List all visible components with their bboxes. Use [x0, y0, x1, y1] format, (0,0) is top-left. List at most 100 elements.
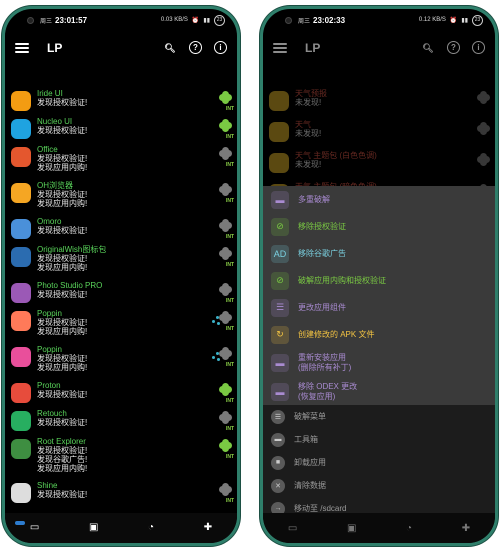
puzzle-icon: ✚: [461, 522, 471, 534]
screenshot-canvas: 周三 23:01:57 0.03 KB/S ⏰ ▮▮ 23 LP 🔍︎ ? i: [0, 0, 500, 551]
search-icon[interactable]: 🔍︎: [163, 41, 177, 55]
nav-item-home[interactable]: ▭: [288, 523, 297, 534]
info-icon[interactable]: i: [472, 41, 485, 54]
restore-icon: ◔: [148, 522, 155, 533]
int-badge: INT: [225, 398, 234, 404]
menu-icon[interactable]: [15, 43, 29, 53]
int-badge: INT: [225, 198, 234, 204]
nav-item-patches[interactable]: ✚: [204, 522, 212, 534]
nav-item-toolbox[interactable]: ▣: [347, 523, 356, 534]
menu-item-label: 移除谷歌广告: [298, 248, 346, 258]
restore-icon: ◔: [406, 522, 413, 534]
battery-icon: 23: [472, 14, 483, 26]
app-name: Iride UI: [37, 89, 63, 98]
toolbox-icon: ▬: [271, 190, 289, 209]
info-icon[interactable]: i: [214, 41, 227, 54]
app-icon: [269, 91, 289, 111]
home-icon: ▭: [29, 522, 40, 533]
app-status-text: 未发现!: [295, 98, 322, 107]
submenu-item-label: 清除数据: [294, 480, 326, 490]
app-name: Omoro: [37, 217, 62, 226]
list-item[interactable]: Poppin 发现授权验证! 发现应用内购! INT: [5, 309, 237, 345]
clover-icon: [219, 183, 233, 197]
nav-indicator: [15, 521, 25, 525]
menu-item[interactable]: ⊘ 移除授权验证: [263, 213, 495, 240]
app-name: Shine: [37, 481, 58, 490]
app-icon: [11, 119, 31, 139]
submenu-icon: ✕: [271, 478, 285, 493]
toolbox-icon: ▣: [88, 522, 99, 533]
page-title: LP: [47, 41, 63, 55]
menu-item[interactable]: AD 移除谷歌广告: [263, 240, 495, 267]
submenu-item-label: 移动至 /sdcard: [294, 503, 347, 513]
list-item: 天气预报 未发现!: [263, 89, 495, 120]
list-item[interactable]: OriginalWish图标包 发现授权验证! 发现应用内购! INT: [5, 245, 237, 281]
app-status-text: 未发现!: [295, 129, 322, 138]
menu-item[interactable]: ☰ 更改应用组件: [263, 294, 495, 321]
app-status-text: 发现应用内购!: [37, 464, 88, 473]
nav-item-backup[interactable]: ◔: [406, 523, 412, 534]
app-icon: [11, 311, 31, 331]
list-item[interactable]: Retouch 发现授权验证! INT: [5, 409, 237, 437]
clover-icon: [219, 219, 233, 233]
int-badge: INT: [225, 426, 234, 432]
list-item[interactable]: Omoro 发现授权验证! INT: [5, 217, 237, 245]
nav-item-home[interactable]: ▭: [30, 522, 39, 534]
nav-item-toolbox[interactable]: ▣: [89, 522, 98, 534]
clover-icon: [219, 383, 233, 397]
app-name: OriginalWish图标包: [37, 245, 107, 254]
status-day: 周三: [298, 18, 311, 25]
list-item[interactable]: Shine 发现授权验证! INT: [5, 481, 237, 509]
app-icon: [11, 91, 31, 111]
menu-item[interactable]: ▬ 重新安装应用 (删除所有补丁): [263, 348, 495, 377]
submenu-item[interactable]: ✕ 清除数据: [263, 474, 495, 497]
search-icon[interactable]: 🔍︎: [421, 41, 435, 55]
apk-icon: ↻: [271, 325, 289, 344]
list-item[interactable]: Poppin 发现授权验证! 发现应用内购! INT: [5, 345, 237, 381]
alarm-icon: ⏰: [449, 17, 458, 24]
app-status-text: 发现应用内购!: [37, 163, 88, 172]
puzzle-icon: ✚: [203, 522, 213, 533]
app-name: Poppin: [37, 309, 62, 318]
clover-icon: [219, 119, 233, 133]
list-item[interactable]: Office 发现授权验证! 发现应用内购! INT: [5, 145, 237, 181]
app-status-text: 发现应用内购!: [37, 363, 88, 372]
nav-item-patches[interactable]: ✚: [462, 523, 470, 534]
menu-item[interactable]: ↻ 创建修改的 APK 文件: [263, 321, 495, 348]
page-title: LP: [305, 41, 321, 55]
int-badge: INT: [225, 234, 234, 240]
net-speed: 0.03 KB/S: [160, 17, 188, 23]
list-item[interactable]: Proton 发现授权验证! INT: [5, 381, 237, 409]
menu-item-label: 移除 ODEX 更改: [298, 381, 358, 391]
signal-icon: ▮▮: [203, 17, 210, 24]
nav-item-backup[interactable]: ◔: [148, 522, 154, 534]
clover-icon: [219, 311, 233, 325]
list-item[interactable]: OH浏览器 发现授权验证! 发现应用内购! INT: [5, 181, 237, 217]
submenu-item[interactable]: ▬ 工具箱: [263, 428, 495, 451]
help-icon[interactable]: ?: [447, 41, 460, 54]
submenu-item[interactable]: ■ 卸载应用: [263, 451, 495, 474]
menu-item[interactable]: ▬ 多重破解: [263, 186, 495, 213]
help-icon[interactable]: ?: [189, 41, 202, 54]
list-item[interactable]: Nucleo UI 发现授权验证! INT: [5, 117, 237, 145]
app-status-text: 发现授权验证!: [37, 354, 88, 363]
app-icon: [269, 153, 289, 173]
home-icon: ▭: [287, 522, 298, 534]
app-name: 天气: [295, 120, 311, 129]
list-item[interactable]: Photo Studio PRO 发现授权验证! INT: [5, 281, 237, 309]
camera-hole: [285, 16, 292, 24]
list-item[interactable]: Root Explorer 发现授权验证! 发现谷歌广告! 发现应用内购! INT: [5, 437, 237, 481]
menu-icon[interactable]: [273, 43, 287, 53]
app-name: Root Explorer: [37, 437, 86, 446]
menu-item[interactable]: ▬ 移除 ODEX 更改 (恢复应用): [263, 377, 495, 406]
app-icon: [11, 383, 31, 403]
submenu-item[interactable]: ☰ 破解菜单: [263, 405, 495, 428]
list-item[interactable]: Iride UI 发现授权验证! INT: [5, 89, 237, 117]
int-badge: INT: [225, 262, 234, 268]
menu-item[interactable]: ⊘ 破解应用内购和授权验证: [263, 267, 495, 294]
status-bar: 周三 23:02:33 0.12 KB/S ⏰ ▮▮ 23: [263, 9, 495, 31]
net-speed: 0.12 KB/S: [418, 17, 446, 23]
int-badge: INT: [225, 106, 234, 112]
menu-item-label: 重新安装应用: [298, 352, 346, 362]
app-icon: [11, 183, 31, 203]
